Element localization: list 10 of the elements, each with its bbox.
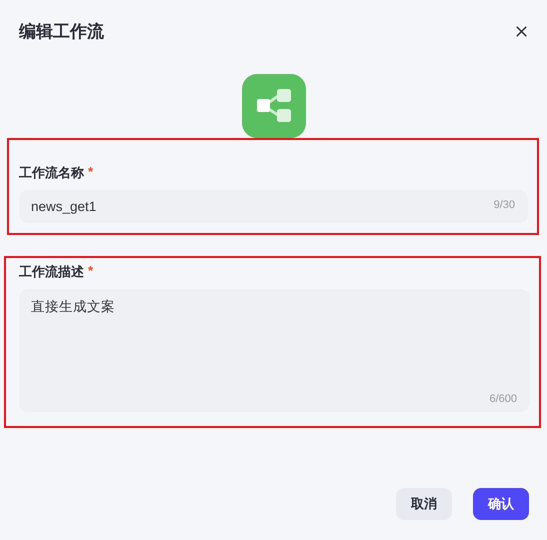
required-mark: * xyxy=(88,164,94,181)
field-label: 工作流名称 xyxy=(19,164,84,182)
character-counter: 9/30 xyxy=(494,199,515,211)
dialog-title: 编辑工作流 xyxy=(19,20,104,42)
field-label: 工作流描述 xyxy=(19,263,84,281)
cancel-button[interactable]: 取消 xyxy=(396,488,452,520)
required-mark: * xyxy=(88,263,94,280)
confirm-button[interactable]: 确认 xyxy=(473,488,529,520)
workflow-icon xyxy=(242,74,306,138)
character-counter: 6/600 xyxy=(489,393,517,405)
